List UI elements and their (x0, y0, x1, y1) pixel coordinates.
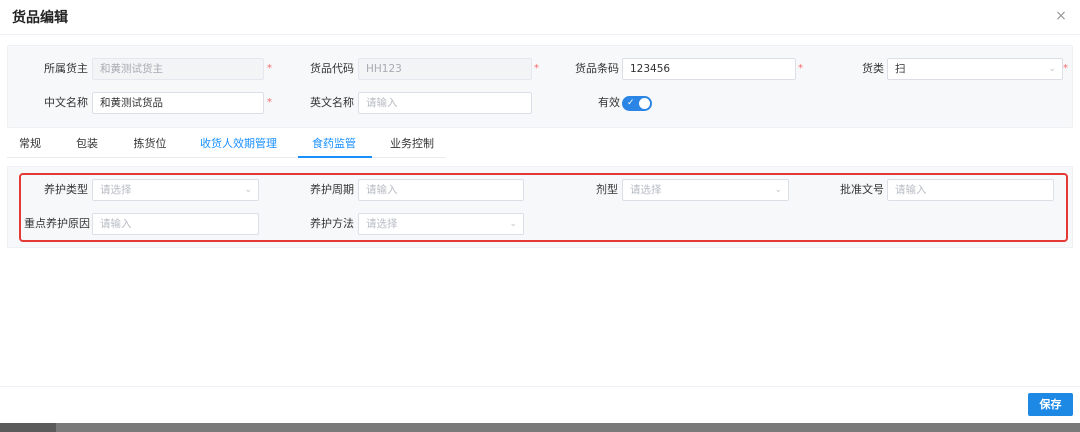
key-reason-label: 重点养护原因 (24, 217, 90, 230)
toggle-knob (639, 98, 650, 109)
tab-picking-location[interactable]: 拣货位 (132, 136, 168, 156)
goods-code-label: 货品代码 (310, 62, 354, 75)
barcode-input[interactable]: 123456 (622, 58, 796, 80)
maintenance-type-select[interactable]: 请选择 ⌄ (92, 179, 259, 201)
dosage-form-select[interactable]: 请选择 ⌄ (622, 179, 789, 201)
approval-no-label: 批准文号 (840, 183, 884, 196)
tab-general[interactable]: 常规 (18, 136, 42, 156)
en-name-input[interactable]: 请输入 (358, 92, 532, 114)
chevron-down-icon: ⌄ (244, 185, 252, 195)
approval-no-input[interactable]: 请输入 (887, 179, 1054, 201)
dosage-form-placeholder: 请选择 (630, 184, 662, 196)
category-value: 扫 (895, 63, 906, 75)
owner-field: 和黄测试货主 (92, 58, 264, 80)
category-label: 货类 (862, 62, 884, 75)
barcode-label: 货品条码 (575, 62, 619, 75)
owner-label: 所属货主 (44, 62, 88, 75)
close-icon[interactable]: × (1054, 9, 1068, 23)
bottom-bar (0, 423, 1080, 432)
maintenance-cycle-input[interactable]: 请输入 (358, 179, 524, 201)
goods-code-field: HH123 (358, 58, 532, 80)
maintenance-method-select[interactable]: 请选择 ⌄ (358, 213, 524, 235)
barcode-required-mark: * (798, 63, 803, 74)
bottom-bar-segment (0, 423, 56, 432)
maintenance-type-label: 养护类型 (44, 183, 88, 196)
active-tab-indicator (298, 156, 372, 158)
en-name-label: 英文名称 (310, 96, 354, 109)
chevron-down-icon: ⌄ (774, 185, 782, 195)
valid-toggle[interactable]: ✓ (622, 96, 652, 111)
chevron-down-icon: ⌄ (509, 219, 517, 229)
valid-label: 有效 (598, 96, 620, 109)
maintenance-method-label: 养护方法 (310, 217, 354, 230)
maintenance-type-placeholder: 请选择 (100, 184, 132, 196)
tabs-divider (7, 157, 445, 158)
footer-divider (0, 386, 1080, 387)
tab-food-drug[interactable]: 食药监管 (310, 136, 358, 156)
goods-code-required-mark: * (534, 63, 539, 74)
tab-business-control[interactable]: 业务控制 (389, 136, 435, 156)
header-divider (0, 34, 1080, 35)
category-required-mark: * (1063, 63, 1068, 74)
owner-required-mark: * (267, 63, 272, 74)
maintenance-cycle-label: 养护周期 (310, 183, 354, 196)
save-button[interactable]: 保存 (1028, 393, 1073, 416)
category-select[interactable]: 扫 ⌄ (887, 58, 1063, 80)
chevron-down-icon: ⌄ (1048, 64, 1056, 74)
maintenance-method-placeholder: 请选择 (366, 218, 398, 230)
cn-name-input[interactable]: 和黄测试货品 (92, 92, 264, 114)
tab-packaging[interactable]: 包装 (75, 136, 99, 156)
cn-name-label: 中文名称 (44, 96, 88, 109)
tab-consignee-expiry[interactable]: 收货人效期管理 (200, 136, 277, 156)
cn-name-required-mark: * (267, 97, 272, 108)
key-reason-input[interactable]: 请输入 (92, 213, 259, 235)
dosage-form-label: 剂型 (596, 183, 618, 196)
check-icon: ✓ (627, 98, 635, 108)
dialog-title: 货品编辑 (12, 10, 68, 26)
